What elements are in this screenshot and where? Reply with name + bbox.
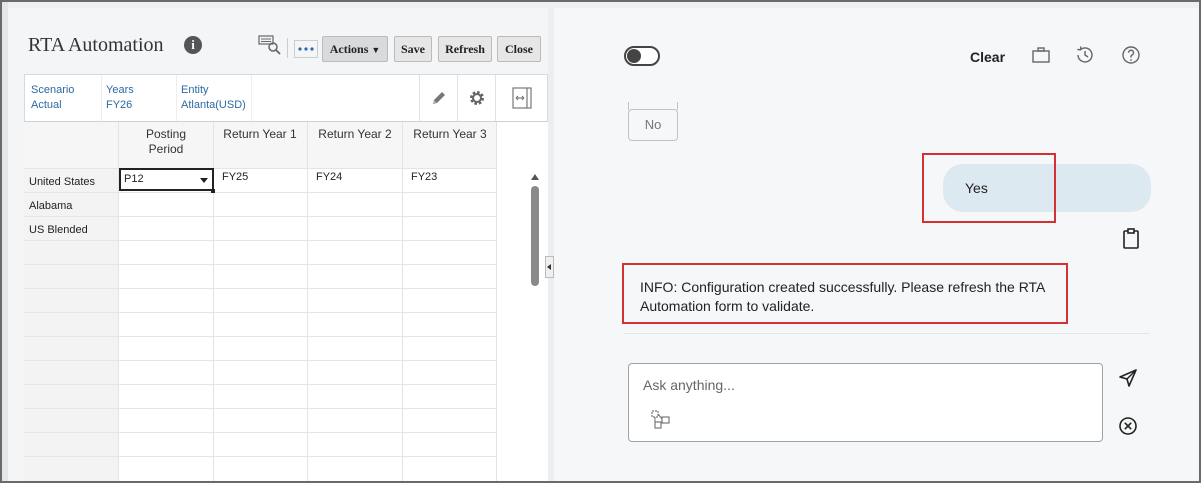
column-header-return-year-2[interactable]: Return Year 2 [310, 127, 400, 142]
pov-divider [101, 75, 102, 121]
pov-divider [176, 75, 177, 121]
clipboard-icon[interactable] [1121, 228, 1141, 250]
highlight-box [622, 263, 1068, 324]
pov-entity[interactable]: Entity Atlanta(USD) [181, 83, 246, 113]
pov-scenario-label: Scenario [31, 84, 75, 96]
info-icon[interactable]: i [184, 36, 202, 54]
posting-period-select[interactable]: P12 [119, 168, 214, 191]
chevron-down-icon: ▼ [371, 45, 381, 55]
grid-line [24, 216, 496, 217]
scroll-up-icon[interactable] [531, 174, 539, 180]
grid-line [24, 168, 496, 169]
help-icon[interactable] [1120, 44, 1142, 66]
cancel-icon[interactable] [1118, 416, 1138, 436]
pencil-icon [432, 92, 445, 104]
ask-input[interactable] [643, 374, 1063, 396]
app-frame: RTA Automation i Actions ▼ Save Refresh … [0, 0, 1201, 483]
pov-bar: Scenario Actual Years FY26 Entity Atlant… [24, 74, 548, 122]
collapse-panel-button[interactable] [545, 256, 554, 278]
save-button[interactable]: Save [394, 36, 432, 62]
attach-icon[interactable] [651, 410, 671, 430]
grid-cell[interactable]: FY25 [222, 171, 248, 183]
settings-button[interactable] [457, 75, 495, 121]
column-header-posting-period[interactable]: Posting Period [136, 127, 196, 157]
mode-toggle[interactable] [624, 46, 660, 66]
row-header-alabama[interactable]: Alabama [29, 200, 72, 212]
grid-line [496, 122, 497, 481]
row-header-united-states[interactable]: United States [29, 176, 95, 188]
chevron-left-icon [547, 264, 551, 270]
history-icon[interactable] [1074, 44, 1096, 66]
pov-years-value: FY26 [106, 99, 133, 111]
separator [624, 333, 1149, 334]
grid-cell[interactable]: FY23 [411, 171, 437, 183]
data-grid: Posting Period Return Year 1 Return Year… [24, 121, 548, 481]
grid-line [24, 336, 496, 337]
posting-period-value: P12 [124, 173, 144, 185]
more-options-icon[interactable] [294, 38, 318, 60]
fill-handle[interactable] [211, 189, 215, 193]
close-button[interactable]: Close [497, 36, 541, 62]
grid-line [24, 360, 496, 361]
actions-label: Actions [329, 42, 369, 56]
column-header-return-year-1[interactable]: Return Year 1 [216, 127, 304, 142]
toggle-knob [627, 49, 641, 63]
briefcase-icon[interactable] [1030, 44, 1052, 66]
pov-entity-label: Entity [181, 84, 209, 96]
grid-line [24, 192, 496, 193]
grid-line [24, 288, 496, 289]
expand-icon [511, 87, 532, 109]
clear-button[interactable]: Clear [970, 49, 1005, 65]
grid-scrollbar[interactable] [528, 170, 542, 481]
grid-line [24, 264, 496, 265]
grid-line [402, 122, 403, 481]
toolbar-divider [287, 38, 288, 58]
pov-scenario[interactable]: Scenario Actual [31, 83, 74, 113]
highlight-box [922, 153, 1056, 223]
grid-cell[interactable]: FY24 [316, 171, 342, 183]
form-panel: RTA Automation i Actions ▼ Save Refresh … [8, 8, 548, 481]
actions-button[interactable]: Actions ▼ [322, 36, 388, 62]
gear-icon [469, 91, 484, 105]
pov-years[interactable]: Years FY26 [106, 83, 134, 113]
grid-line [24, 312, 496, 313]
send-icon[interactable] [1118, 368, 1138, 388]
scroll-thumb[interactable] [531, 186, 539, 286]
form-title: RTA Automation [28, 34, 164, 56]
pov-divider [251, 75, 252, 121]
pov-entity-value: Atlanta(USD) [181, 99, 246, 111]
pov-years-label: Years [106, 84, 134, 96]
row-header-us-blended[interactable]: US Blended [29, 224, 88, 236]
assistant-panel: Clear No Yes INFO: Configuration created… [554, 8, 1199, 481]
edit-pov-button[interactable] [419, 75, 457, 121]
ask-input-box[interactable] [628, 363, 1103, 442]
grid-line [307, 122, 308, 481]
chevron-down-icon [200, 178, 208, 183]
no-option-button[interactable]: No [628, 109, 678, 141]
search-data-icon[interactable] [258, 34, 282, 56]
grid-line [24, 408, 496, 409]
grid-line [24, 432, 496, 433]
grid-line [24, 456, 496, 457]
refresh-button[interactable]: Refresh [438, 36, 492, 62]
grid-line [24, 384, 496, 385]
column-header-return-year-3[interactable]: Return Year 3 [405, 127, 495, 142]
pov-scenario-value: Actual [31, 99, 62, 111]
expand-button[interactable] [495, 75, 547, 121]
grid-line [24, 240, 496, 241]
